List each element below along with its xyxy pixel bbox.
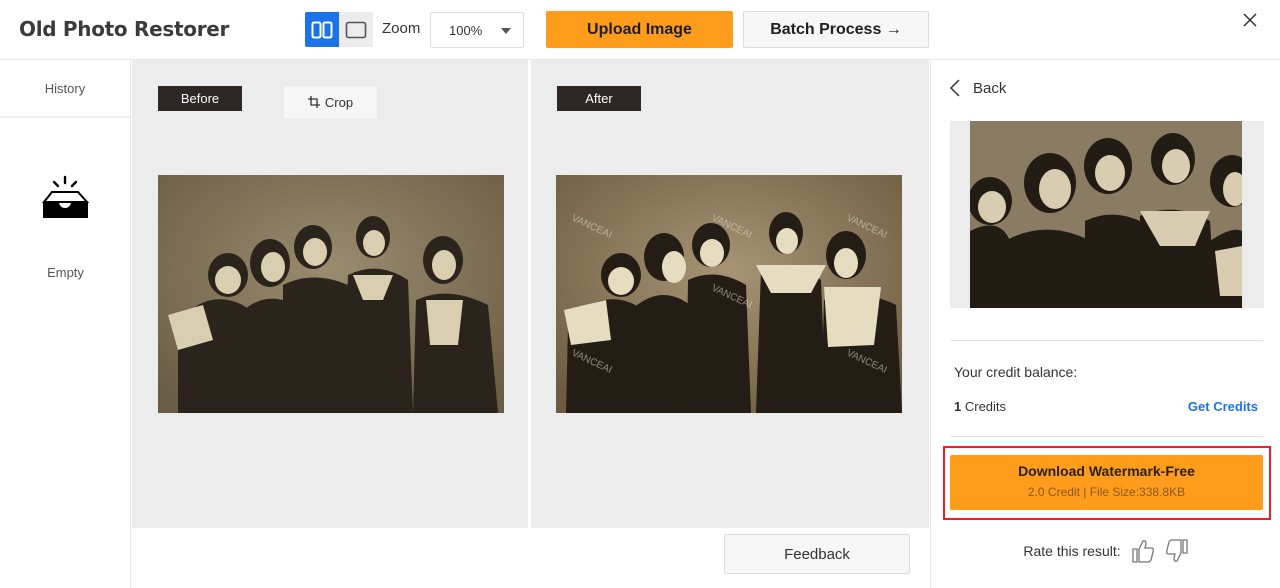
result-thumbnail-image <box>970 121 1242 308</box>
rate-result-row: Rate this result: <box>931 538 1280 564</box>
top-header: Old Photo Restorer Zoom 100% Upload Imag… <box>0 0 1280 60</box>
split-view-button[interactable] <box>305 12 339 47</box>
divider <box>950 340 1263 341</box>
batch-process-button[interactable]: Batch Process → <box>743 11 929 48</box>
back-label: Back <box>973 79 1007 97</box>
empty-inbox-icon <box>42 175 90 218</box>
zoom-label: Zoom <box>382 20 421 37</box>
chevron-left-icon <box>949 79 960 97</box>
close-icon <box>1243 13 1257 27</box>
close-button[interactable] <box>1240 10 1260 30</box>
history-sidebar: History Empty <box>0 60 131 588</box>
rate-label: Rate this result: <box>1023 543 1121 559</box>
zoom-value: 100% <box>449 22 483 38</box>
single-view-icon <box>345 21 367 38</box>
thumbs-up-icon[interactable] <box>1131 538 1155 564</box>
thumbs-down-icon[interactable] <box>1165 538 1189 564</box>
get-credits-link[interactable]: Get Credits <box>1188 399 1258 414</box>
after-photo: VANCEAI VANCEAI VANCEAI VANCEAI VANCEAI … <box>556 175 902 413</box>
download-subtitle: 2.0 Credit | File Size:338.8KB <box>1027 485 1186 499</box>
after-panel: After VANCEAI VANCEAI VANCEAI VANCEAI VA… <box>531 60 929 528</box>
back-button[interactable]: Back <box>949 78 1006 98</box>
after-tag: After <box>557 86 641 111</box>
before-panel: Before Crop <box>132 60 528 528</box>
crop-icon <box>307 96 320 108</box>
split-view-icon <box>311 21 333 38</box>
credit-balance-title: Your credit balance: <box>954 364 1078 380</box>
feedback-button[interactable]: Feedback <box>724 534 910 574</box>
chevron-down-icon <box>501 28 511 34</box>
divider <box>950 436 1263 437</box>
download-watermark-free-button[interactable]: Download Watermark-Free 2.0 Credit | Fil… <box>950 455 1263 510</box>
crop-label: Crop <box>324 94 354 110</box>
credit-balance: 1 Credits <box>954 399 1006 414</box>
download-title: Download Watermark-Free <box>1018 463 1195 479</box>
before-tag: Before <box>158 86 242 111</box>
history-tab[interactable]: History <box>0 60 130 118</box>
result-thumbnail <box>950 121 1264 308</box>
app-title: Old Photo Restorer <box>19 17 230 41</box>
empty-label: Empty <box>47 265 84 280</box>
upload-image-button[interactable]: Upload Image <box>546 11 733 48</box>
crop-button[interactable]: Crop <box>284 86 377 118</box>
zoom-select[interactable]: 100% <box>430 12 524 48</box>
before-photo <box>158 175 504 413</box>
credit-unit: Credits <box>961 399 1007 414</box>
single-view-button[interactable] <box>339 12 373 47</box>
view-mode-toggle <box>305 12 373 47</box>
result-panel: Back Your credit balance: 1 Credits Get … <box>930 60 1280 588</box>
